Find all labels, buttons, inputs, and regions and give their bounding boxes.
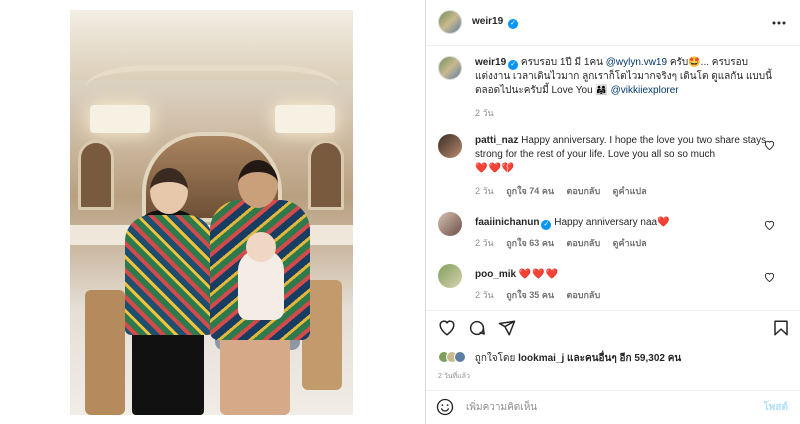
comment-text: Happy anniversary naa❤️: [554, 217, 670, 228]
photo-woman-head: [150, 168, 188, 214]
post-actions: ถูกใจโดย lookmai_j และคนอื่นๆ อีก 59,302…: [426, 310, 800, 422]
photo-man-legs: [220, 330, 290, 415]
comment-row: poo_mik ❤️❤️❤️ 2 วัน ถูกใจ 35 คน ตอบกลับ: [438, 264, 783, 304]
caption-avatar[interactable]: [438, 56, 462, 80]
photo-man-head: [238, 160, 278, 208]
photo-woman-shirt: [125, 215, 213, 335]
comment-like-icon[interactable]: [764, 220, 775, 233]
comment-likes[interactable]: ถูกใจ 74 คน: [506, 186, 554, 196]
comment-username[interactable]: faaiinichanun: [475, 217, 539, 228]
likes-middle: และคนอื่นๆ อีก: [564, 353, 635, 364]
more-options-icon[interactable]: [772, 12, 786, 28]
comment-emoji: ❤️❤️💔: [475, 163, 516, 174]
comment-meta: 2 วัน ถูกใจ 74 คน ตอบกลับ ดูคำแปล: [475, 184, 657, 198]
likes-count[interactable]: 59,302: [634, 353, 665, 364]
comment-icon[interactable]: [468, 319, 486, 337]
photo-baby-head: [246, 232, 276, 262]
likes-text: ถูกใจโดย lookmai_j และคนอื่นๆ อีก 59,302…: [475, 353, 681, 364]
verified-badge-icon: ✓: [508, 60, 519, 70]
comment-body: poo_mik ❤️❤️❤️: [475, 268, 775, 282]
author-name-wrap: weir19 ✓: [472, 16, 518, 29]
photo-chair: [85, 290, 125, 415]
verified-badge-icon: ✓: [507, 19, 518, 29]
post-photo[interactable]: [70, 10, 353, 415]
caption-text-1: ครบรอบ 1ปี มี 1คน: [518, 57, 606, 68]
commenter-avatar[interactable]: [438, 212, 462, 236]
comment-username[interactable]: poo_mik: [475, 269, 516, 280]
emoji-icon[interactable]: [436, 398, 454, 416]
verified-badge-icon: ✓: [541, 220, 552, 230]
likes-prefix: ถูกใจโดย: [474, 353, 519, 364]
comment-time[interactable]: 2 วัน: [475, 186, 494, 196]
photo-lamp: [275, 105, 335, 133]
comment-likes[interactable]: ถูกใจ 35 คน: [506, 290, 554, 300]
comment-username[interactable]: patti_naz: [475, 135, 518, 146]
comment-like-icon[interactable]: [764, 140, 775, 153]
comment-row: patti_naz Happy anniversary. I hope the …: [438, 134, 783, 206]
comment-meta: 2 วัน ถูกใจ 35 คน ตอบกลับ: [475, 288, 610, 302]
comment-meta: 2 วัน ถูกใจ 63 คน ตอบกลับ ดูคำแปล: [475, 236, 657, 250]
commenter-avatar[interactable]: [438, 264, 462, 288]
comment-like-icon[interactable]: [764, 272, 775, 285]
caption-time[interactable]: 2 วัน: [475, 108, 494, 118]
caption-meta: 2 วัน: [475, 106, 504, 120]
reply-button[interactable]: ตอบกลับ: [567, 186, 601, 196]
commenter-avatar[interactable]: [438, 134, 462, 158]
comment-time[interactable]: 2 วัน: [475, 238, 494, 248]
reply-button[interactable]: ตอบกลับ: [567, 290, 601, 300]
post-date[interactable]: 2 วันที่แล้ว: [438, 371, 470, 382]
photo-arch: [308, 140, 344, 210]
comments-list: weir19 ✓ ครบรอบ 1ปี มี 1คน @wylyn.vw19 คร…: [426, 46, 800, 310]
photo-arch: [78, 140, 114, 210]
comment-bar: โพสต์: [426, 390, 800, 423]
likes-summary[interactable]: ถูกใจโดย lookmai_j และคนอื่นๆ อีก 59,302…: [438, 351, 681, 369]
caption-username[interactable]: weir19: [475, 57, 506, 68]
liker-username[interactable]: lookmai_j: [518, 353, 564, 364]
post-comment-button[interactable]: โพสต์: [763, 400, 788, 415]
caption-mention[interactable]: @wylyn.vw19: [606, 57, 667, 68]
likes-suffix: คน: [664, 353, 682, 364]
comment-input[interactable]: [466, 399, 736, 415]
comment-text: Happy anniversary. I hope the love you t…: [475, 135, 767, 160]
comment-time[interactable]: 2 วัน: [475, 290, 494, 300]
caption-row: weir19 ✓ ครบรอบ 1ปี มี 1คน @wylyn.vw19 คร…: [438, 56, 783, 122]
author-avatar[interactable]: [438, 10, 462, 34]
comment-body: faaiinichanun ✓ Happy anniversary naa❤️: [475, 216, 775, 230]
photo-lamp: [90, 105, 150, 133]
caption-body: weir19 ✓ ครบรอบ 1ปี มี 1คน @wylyn.vw19 คร…: [475, 56, 775, 98]
post-sidebar: weir19 ✓ weir19 ✓ ครบรอบ 1ปี มี 1คน @wyly…: [426, 0, 800, 424]
comment-body: patti_naz Happy anniversary. I hope the …: [475, 134, 775, 176]
comment-row: faaiinichanun ✓ Happy anniversary naa❤️ 2…: [438, 212, 783, 252]
bookmark-icon[interactable]: [772, 319, 790, 337]
liker-avatar: [454, 351, 466, 363]
reply-button[interactable]: ตอบกลับ: [567, 238, 601, 248]
post-media-pane: [0, 0, 425, 424]
caption-mention[interactable]: @vikkiiexplorer: [611, 85, 679, 96]
comment-likes[interactable]: ถูกใจ 63 คน: [506, 238, 554, 248]
translate-button[interactable]: ดูคำแปล: [613, 186, 647, 196]
translate-button[interactable]: ดูคำแปล: [613, 238, 647, 248]
share-icon[interactable]: [498, 319, 516, 337]
post-header: weir19 ✓: [426, 0, 800, 46]
author-username[interactable]: weir19: [472, 16, 503, 27]
comment-text: ❤️❤️❤️: [518, 269, 560, 280]
heart-icon[interactable]: [438, 319, 456, 337]
photo-ceiling: [70, 10, 353, 80]
